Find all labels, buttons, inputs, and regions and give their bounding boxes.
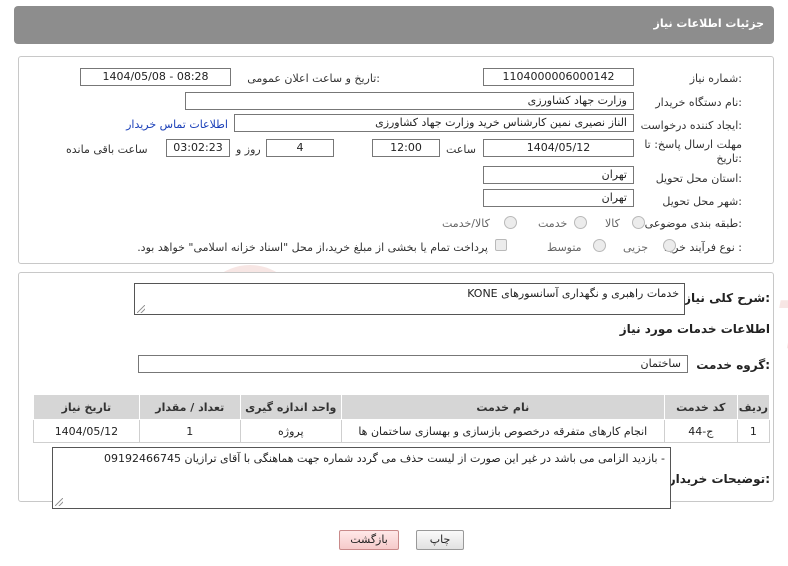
- treasury-payment-checkbox[interactable]: [495, 239, 507, 251]
- cell-service-code: ج-44: [663, 419, 738, 443]
- category-goods-label: کالا: [605, 217, 620, 230]
- requester-field: الناز نصیری نمین کارشناس خرید وزارت جهاد…: [234, 114, 634, 132]
- category-label: طبقه بندی موضوعی:: [644, 217, 742, 230]
- summary-label: شرح کلی نیاز:: [684, 291, 770, 305]
- page-title: جزئیات اطلاعات نیاز: [653, 17, 765, 30]
- need-number-label: شماره نیاز:: [689, 72, 742, 85]
- cell-service-name: انجام کارهای متفرقه درخصوص بازسازی و بهس…: [340, 419, 665, 443]
- need-number-field: 1104000006000142: [483, 68, 634, 86]
- table-row: 1 ج-44 انجام کارهای متفرقه درخصوص بازساز…: [33, 419, 771, 443]
- days-field: 4: [266, 139, 334, 157]
- col-service-code: کد خدمت: [663, 394, 738, 420]
- summary-resize-grip-icon[interactable]: [137, 305, 145, 313]
- buyer-notes-textarea[interactable]: - بازدید الزامی می باشد در غیر این صورت …: [52, 447, 671, 509]
- col-unit: واحد اندازه گیری: [239, 394, 342, 420]
- purchase-type-label: نوع فرآیند خرید :: [664, 241, 742, 254]
- category-goods-service-radio[interactable]: [504, 216, 517, 229]
- buyer-org-label: نام دستگاه خریدار:: [655, 96, 742, 109]
- print-button[interactable]: چاپ: [416, 530, 464, 550]
- service-group-field: ساختمان: [138, 355, 688, 373]
- services-table: ردیف کد خدمت نام خدمت واحد اندازه گیری ت…: [33, 394, 771, 443]
- announce-field: 1404/05/08 - 08:28: [80, 68, 231, 86]
- col-row: ردیف: [736, 394, 771, 420]
- days-label: روز و: [236, 143, 261, 156]
- contact-info-link[interactable]: اطلاعات تماس خریدار: [126, 118, 228, 131]
- buyer-org-field: وزارت جهاد کشاورزی: [185, 92, 634, 110]
- announce-label: تاریخ و ساعت اعلان عمومی:: [247, 72, 380, 85]
- back-button[interactable]: بازگشت: [339, 530, 399, 550]
- purchase-medium-label: متوسط: [547, 241, 582, 254]
- remaining-label: ساعت باقی مانده: [66, 143, 148, 156]
- purchase-medium-radio[interactable]: [593, 239, 606, 252]
- category-service-label: خدمت: [538, 217, 568, 230]
- remaining-time-field: 03:02:23: [166, 139, 230, 157]
- deadline-label-2: تاریخ:: [716, 152, 742, 165]
- col-service-name: نام خدمت: [340, 394, 665, 420]
- deadline-date-field: 1404/05/12: [483, 139, 634, 157]
- table-header-row: ردیف کد خدمت نام خدمت واحد اندازه گیری ت…: [33, 394, 771, 420]
- buyer-notes-label: توضیحات خریدار:: [668, 472, 770, 486]
- cell-quantity: 1: [138, 419, 241, 443]
- time-label: ساعت: [446, 143, 476, 156]
- col-need-date: تاریخ نیاز: [33, 394, 140, 420]
- summary-textarea[interactable]: خدمات راهبری و نگهداری آسانسورهای KONE: [134, 283, 685, 315]
- city-field: تهران: [483, 189, 634, 207]
- purchase-minor-label: جزیی: [623, 241, 649, 254]
- deadline-label-1: مهلت ارسال پاسخ: تا: [644, 138, 742, 151]
- category-goods-radio[interactable]: [632, 216, 645, 229]
- requester-label: ایجاد کننده درخواست:: [640, 119, 742, 132]
- treasury-payment-note: پرداخت تمام یا بخشی از مبلغ خرید،از محل …: [137, 241, 488, 254]
- details-panel: [18, 56, 774, 264]
- purchase-minor-radio[interactable]: [663, 239, 676, 252]
- cell-row: 1: [736, 419, 771, 443]
- deadline-time-field: 12:00: [372, 139, 440, 157]
- col-quantity: تعداد / مقدار: [138, 394, 241, 420]
- province-label: استان محل تحویل:: [655, 172, 742, 185]
- category-goods-service-label: کالا/خدمت: [442, 217, 490, 230]
- category-service-radio[interactable]: [574, 216, 587, 229]
- services-section-title: اطلاعات خدمات مورد نیاز: [619, 322, 770, 336]
- cell-need-date: 1404/05/12: [33, 419, 140, 443]
- city-label: شهر محل تحویل:: [662, 195, 742, 208]
- cell-unit: پروژه: [239, 419, 342, 443]
- service-group-label: گروه خدمت:: [696, 358, 770, 372]
- province-field: تهران: [483, 166, 634, 184]
- notes-resize-grip-icon[interactable]: [55, 498, 63, 506]
